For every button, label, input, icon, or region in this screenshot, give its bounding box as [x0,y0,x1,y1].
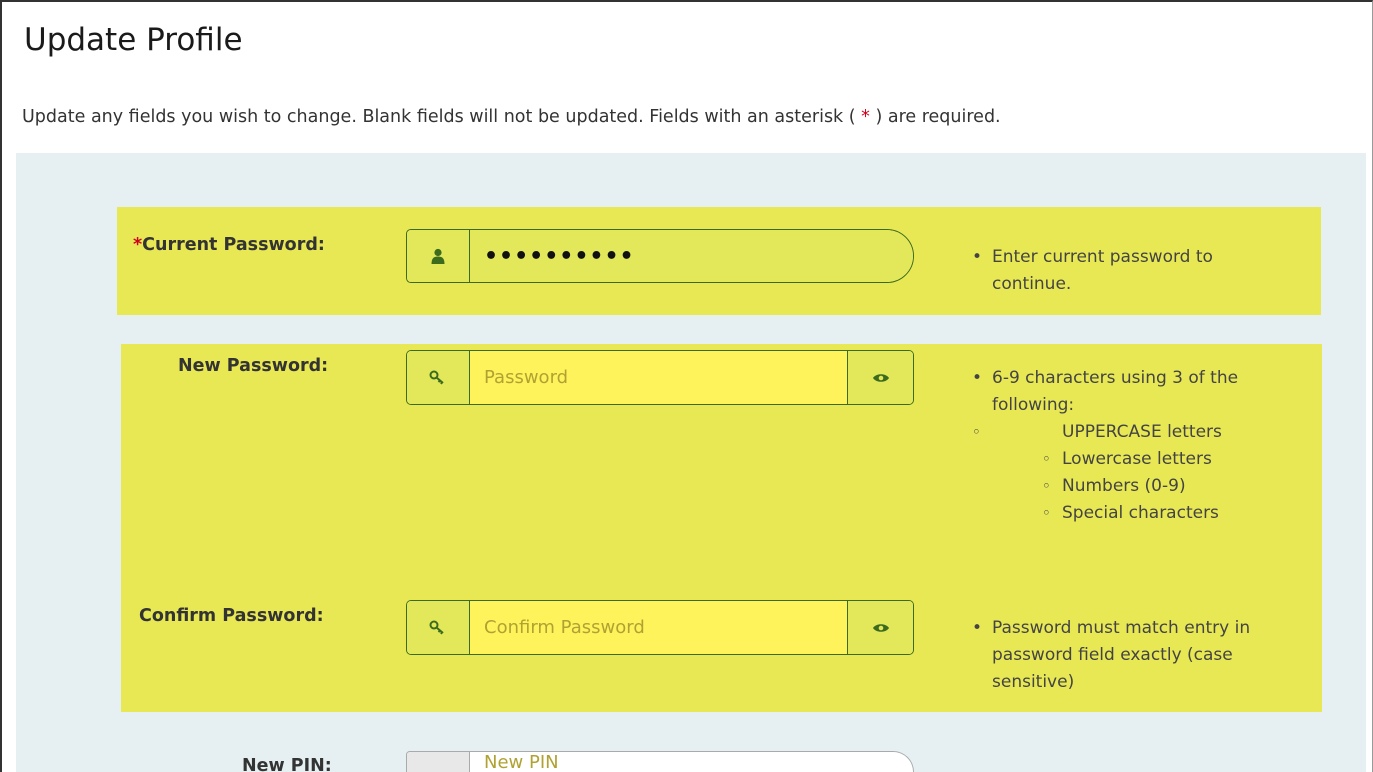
page-title: Update Profile [24,22,243,58]
new-pin-field[interactable] [406,751,914,772]
current-password-field[interactable] [406,229,914,283]
current-password-help: Enter current password to continue. [966,244,1296,298]
current-password-input[interactable] [470,230,913,282]
key-icon [407,752,470,772]
eye-icon[interactable] [847,601,913,654]
new-password-help: 6-9 characters using 3 of the following:… [966,365,1306,527]
current-password-label: *Current Password: [133,235,325,255]
user-icon [407,230,470,282]
confirm-password-label: Confirm Password: [139,606,324,626]
new-pin-label: New PIN: [242,756,332,772]
confirm-password-input[interactable] [470,601,847,654]
intro-text: Update any fields you wish to change. Bl… [22,107,1001,127]
new-pin-input[interactable] [470,752,913,772]
new-password-label: New Password: [178,356,329,376]
key-icon [407,601,470,654]
confirm-password-help: Password must match entry in password fi… [966,615,1306,696]
confirm-password-field[interactable] [406,600,914,655]
intro-asterisk: * [861,107,870,127]
key-icon [407,351,470,404]
new-password-field[interactable] [406,350,914,405]
new-password-input[interactable] [470,351,847,404]
eye-icon[interactable] [847,351,913,404]
